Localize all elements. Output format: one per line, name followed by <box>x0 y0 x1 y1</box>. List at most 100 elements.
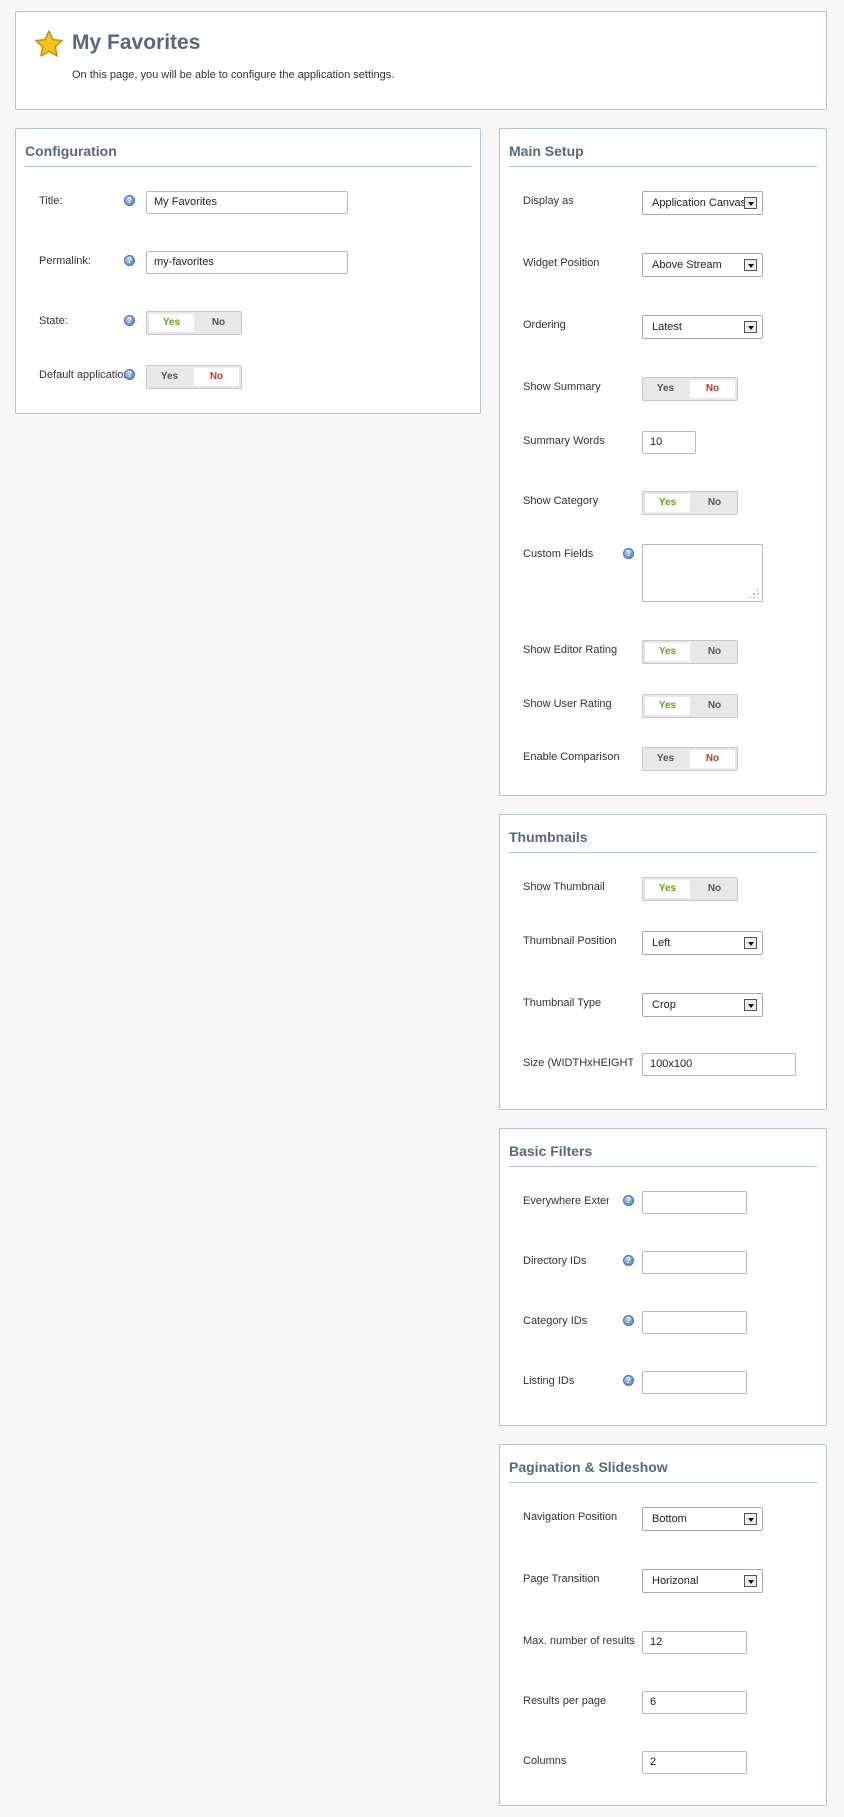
default-application-toggle[interactable]: Yes No <box>146 365 242 389</box>
columns-label: Columns <box>523 1755 567 1767</box>
no-option[interactable]: No <box>196 312 241 334</box>
show-thumbnail-row: Show Thumbnail Yes No <box>500 877 826 907</box>
show-thumbnail-toggle[interactable]: Yes No <box>642 877 738 901</box>
config-state-row: State: ? Yes No <box>16 311 480 341</box>
everywhere-extension-label: Everywhere Extension <box>523 1195 609 1207</box>
yes-option[interactable]: Yes <box>645 697 690 715</box>
results-per-page-label: Results per page <box>523 1695 607 1707</box>
widget-position-row: Widget Position Above Stream <box>500 253 826 283</box>
help-icon[interactable]: ? <box>623 548 634 559</box>
title-field[interactable]: My Favorites <box>146 191 348 214</box>
no-option[interactable]: No <box>690 750 735 768</box>
help-icon[interactable]: ? <box>124 255 135 266</box>
star-icon <box>35 30 63 57</box>
thumbnail-position-value: Left <box>652 937 671 949</box>
show-user-rating-toggle[interactable]: Yes No <box>642 694 738 718</box>
summary-words-field[interactable]: 10 <box>642 431 696 454</box>
chevron-down-icon <box>744 937 757 949</box>
custom-fields-textarea[interactable] <box>642 544 763 602</box>
results-per-page-row: Results per page 6 <box>500 1691 826 1721</box>
resize-grip-icon[interactable] <box>748 588 758 598</box>
show-category-toggle[interactable]: Yes No <box>642 491 738 515</box>
no-option[interactable]: No <box>692 878 737 900</box>
listing-ids-label: Listing IDs <box>523 1375 575 1387</box>
display-as-select[interactable]: Application Canvas <box>642 191 763 215</box>
show-user-rating-row: Show User Rating Yes No <box>500 694 826 724</box>
yes-option[interactable]: Yes <box>147 366 192 388</box>
navigation-position-label: Navigation Position <box>523 1511 618 1523</box>
permalink-field[interactable]: my-favorites <box>146 251 348 274</box>
ordering-row: Ordering Latest <box>500 315 826 345</box>
no-option[interactable]: No <box>692 641 737 663</box>
summary-words-row: Summary Words 10 <box>500 431 826 461</box>
everywhere-extension-row: Everywhere Extension ? <box>500 1191 826 1221</box>
max-results-row: Max. number of results 12 <box>500 1631 826 1661</box>
thumbnail-position-select[interactable]: Left <box>642 931 763 955</box>
state-label: State: <box>39 315 68 327</box>
thumbnail-position-label: Thumbnail Position <box>523 935 617 947</box>
basic-filters-panel: Basic Filters Everywhere Extension ? Dir… <box>499 1128 827 1426</box>
page-transition-select[interactable]: Horizonal <box>642 1569 763 1593</box>
category-ids-row: Category IDs ? <box>500 1311 826 1341</box>
navigation-position-row: Navigation Position Bottom <box>500 1507 826 1537</box>
category-ids-field[interactable] <box>642 1311 747 1334</box>
display-as-label: Display as <box>523 195 574 207</box>
show-category-label: Show Category <box>523 495 599 507</box>
help-icon[interactable]: ? <box>623 1195 634 1206</box>
navigation-position-value: Bottom <box>652 1513 687 1525</box>
category-ids-label: Category IDs <box>523 1315 588 1327</box>
display-as-row: Display as Application Canvas <box>500 191 826 221</box>
chevron-down-icon <box>744 197 757 209</box>
help-icon[interactable]: ? <box>124 315 135 326</box>
yes-option[interactable]: Yes <box>645 643 690 661</box>
config-permalink-row: Permalink: ? my-favorites <box>16 251 480 281</box>
columns-row: Columns 2 <box>500 1751 826 1781</box>
show-summary-row: Show Summary Yes No <box>500 377 826 407</box>
directory-ids-field[interactable] <box>642 1251 747 1274</box>
help-icon[interactable]: ? <box>623 1255 634 1266</box>
yes-option[interactable]: Yes <box>643 378 688 400</box>
directory-ids-row: Directory IDs ? <box>500 1251 826 1281</box>
ordering-select[interactable]: Latest <box>642 315 763 339</box>
configuration-heading: Configuration <box>25 143 471 167</box>
custom-fields-row: Custom Fields ? <box>500 544 826 604</box>
no-option[interactable]: No <box>194 368 239 386</box>
enable-comparison-toggle[interactable]: Yes No <box>642 747 738 771</box>
size-label: Size (WIDTHxHEIGHT) <box>523 1057 633 1069</box>
show-thumbnail-label: Show Thumbnail <box>523 881 605 893</box>
widget-position-select[interactable]: Above Stream <box>642 253 763 277</box>
results-per-page-field[interactable]: 6 <box>642 1691 747 1714</box>
help-icon[interactable]: ? <box>124 369 135 380</box>
permalink-label: Permalink: <box>39 255 91 267</box>
enable-comparison-row: Enable Comparison Yes No <box>500 747 826 777</box>
everywhere-extension-field[interactable] <box>642 1191 747 1214</box>
thumbnail-type-select[interactable]: Crop <box>642 993 763 1017</box>
no-option[interactable]: No <box>692 695 737 717</box>
main-setup-heading: Main Setup <box>509 143 817 167</box>
max-results-field[interactable]: 12 <box>642 1631 747 1654</box>
no-option[interactable]: No <box>692 492 737 514</box>
help-icon[interactable]: ? <box>623 1375 634 1386</box>
help-icon[interactable]: ? <box>623 1315 634 1326</box>
thumbnail-type-value: Crop <box>652 999 676 1011</box>
show-summary-label: Show Summary <box>523 381 601 393</box>
yes-option[interactable]: Yes <box>149 314 194 332</box>
no-option[interactable]: No <box>690 380 735 398</box>
enable-comparison-label: Enable Comparison <box>523 751 620 763</box>
show-editor-rating-toggle[interactable]: Yes No <box>642 640 738 664</box>
ordering-value: Latest <box>652 321 682 333</box>
columns-field[interactable]: 2 <box>642 1751 747 1774</box>
state-toggle[interactable]: Yes No <box>146 311 242 335</box>
thumbnails-heading: Thumbnails <box>509 829 817 853</box>
size-field[interactable]: 100x100 <box>642 1053 796 1076</box>
show-summary-toggle[interactable]: Yes No <box>642 377 738 401</box>
navigation-position-select[interactable]: Bottom <box>642 1507 763 1531</box>
yes-option[interactable]: Yes <box>645 494 690 512</box>
listing-ids-row: Listing IDs ? <box>500 1371 826 1401</box>
custom-fields-label: Custom Fields <box>523 548 594 560</box>
size-row: Size (WIDTHxHEIGHT) 100x100 <box>500 1053 826 1083</box>
yes-option[interactable]: Yes <box>645 880 690 898</box>
help-icon[interactable]: ? <box>124 195 135 206</box>
listing-ids-field[interactable] <box>642 1371 747 1394</box>
yes-option[interactable]: Yes <box>643 748 688 770</box>
